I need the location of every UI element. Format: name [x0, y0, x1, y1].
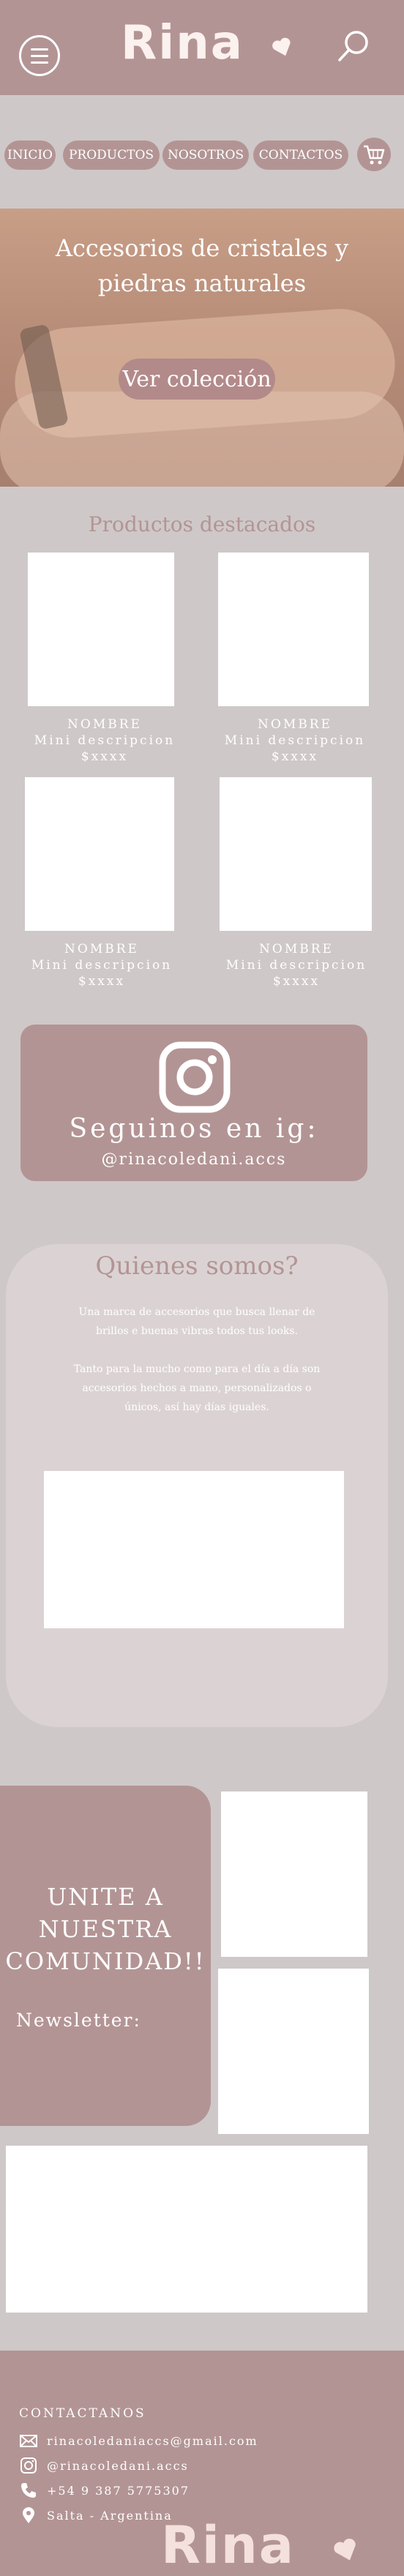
main-nav: INICIO PRODUCTOS NOSOTROS CONTACTOS — [0, 136, 404, 177]
product-desc: Mini descripcion — [225, 958, 367, 973]
about-title: Quienes somos? — [95, 1251, 299, 1281]
location-pin-icon — [23, 2507, 34, 2523]
footer-phone[interactable]: +54 9 387 5775307 — [19, 2481, 190, 2500]
nav-item-nosotros[interactable]: NOSOTROS — [162, 141, 249, 170]
heart-icon — [334, 2538, 356, 2561]
about-section: Quienes somos? Una marca de accesorios q… — [6, 1244, 388, 1727]
phone-icon — [21, 2483, 36, 2498]
instagram-title: Seguinos en ig: — [69, 1114, 319, 1144]
cart-button[interactable] — [357, 138, 391, 171]
product-desc: Mini descripcion — [34, 733, 176, 748]
hero-title: Accesorios de cristales y piedras natura… — [55, 234, 349, 297]
view-collection-button[interactable]: Ver colección — [119, 359, 275, 400]
community-block: UNITE A NUESTRA COMUNIDAD!! Newsletter: — [0, 1786, 211, 2126]
product-image[interactable] — [25, 777, 174, 931]
mail-icon — [20, 2435, 37, 2447]
footer-location-text: Salta - Argentina — [47, 2508, 173, 2523]
product-price: $xxxx — [78, 974, 126, 989]
community-image — [221, 1791, 367, 1957]
product-desc: Mini descripcion — [31, 958, 173, 973]
footer-location: Salta - Argentina — [19, 2506, 173, 2525]
product-image[interactable] — [28, 553, 174, 706]
footer-instagram-text: @rinacoledani.accs — [47, 2458, 189, 2473]
product-card[interactable]: NOMBRE Mini descripcion $xxxx — [218, 553, 372, 765]
product-card[interactable]: NOMBRE Mini descripcion $xxxx — [220, 777, 373, 989]
product-desc: Mini descripcion — [224, 733, 366, 748]
product-price: $xxxx — [271, 749, 319, 764]
footer-email-text: rinacoledaniaccs@gmail.com — [47, 2433, 258, 2448]
nav-item-contactos[interactable]: CONTACTOS — [253, 141, 348, 170]
footer-instagram[interactable]: @rinacoledani.accs — [19, 2456, 189, 2475]
nav-item-inicio[interactable]: INICIO — [4, 141, 56, 170]
hero-banner: Accesorios de cristales y piedras natura… — [0, 209, 404, 487]
product-image[interactable] — [220, 777, 372, 931]
heart-icon — [272, 37, 291, 56]
product-price: $xxxx — [81, 749, 129, 764]
product-name: NOMBRE — [259, 942, 334, 956]
product-name: NOMBRE — [64, 942, 139, 956]
footer-title: CONTACTANOS — [19, 2406, 146, 2421]
product-name: NOMBRE — [258, 717, 332, 732]
footer-email[interactable]: rinacoledaniaccs@gmail.com — [19, 2431, 258, 2450]
instagram-icon — [20, 2457, 37, 2474]
site-footer: CONTACTANOS rinacoledaniaccs@gmail.com @… — [0, 2351, 404, 2576]
instagram-block[interactable]: Seguinos en ig: @rinacoledani.accs — [20, 1025, 367, 1181]
product-name: NOMBRE — [67, 717, 142, 732]
logo[interactable]: Rina — [121, 16, 244, 70]
nav-item-productos[interactable]: PRODUCTOS — [63, 141, 160, 170]
featured-title: Productos destacados — [88, 512, 316, 536]
community-image — [218, 1969, 369, 2134]
search-icon[interactable] — [334, 26, 373, 66]
about-paragraph: Tanto para la mucho como para el día a d… — [73, 1363, 321, 1413]
community-title: UNITE A NUESTRA COMUNIDAD!! — [5, 1883, 206, 1975]
product-card[interactable]: NOMBRE Mini descripcion $xxxx — [28, 553, 182, 765]
footer-logo[interactable]: Rina — [161, 2515, 295, 2575]
instagram-handle[interactable]: @rinacoledani.accs — [20, 1150, 367, 1169]
footer-phone-text: +54 9 387 5775307 — [47, 2483, 190, 2498]
product-card[interactable]: NOMBRE Mini descripcion $xxxx — [25, 777, 179, 989]
site-header: Rina — [0, 0, 404, 95]
about-image — [44, 1471, 344, 1628]
newsletter-label: Newsletter: — [16, 2010, 141, 2031]
about-paragraph: Una marca de accesorios que busca llenar… — [78, 1306, 315, 1337]
product-price: $xxxx — [272, 974, 321, 989]
instagram-icon — [159, 1041, 231, 1113]
hamburger-menu-icon[interactable] — [19, 35, 60, 76]
cart-icon — [364, 145, 385, 165]
newsletter-image — [6, 2146, 367, 2313]
product-image[interactable] — [218, 553, 369, 706]
